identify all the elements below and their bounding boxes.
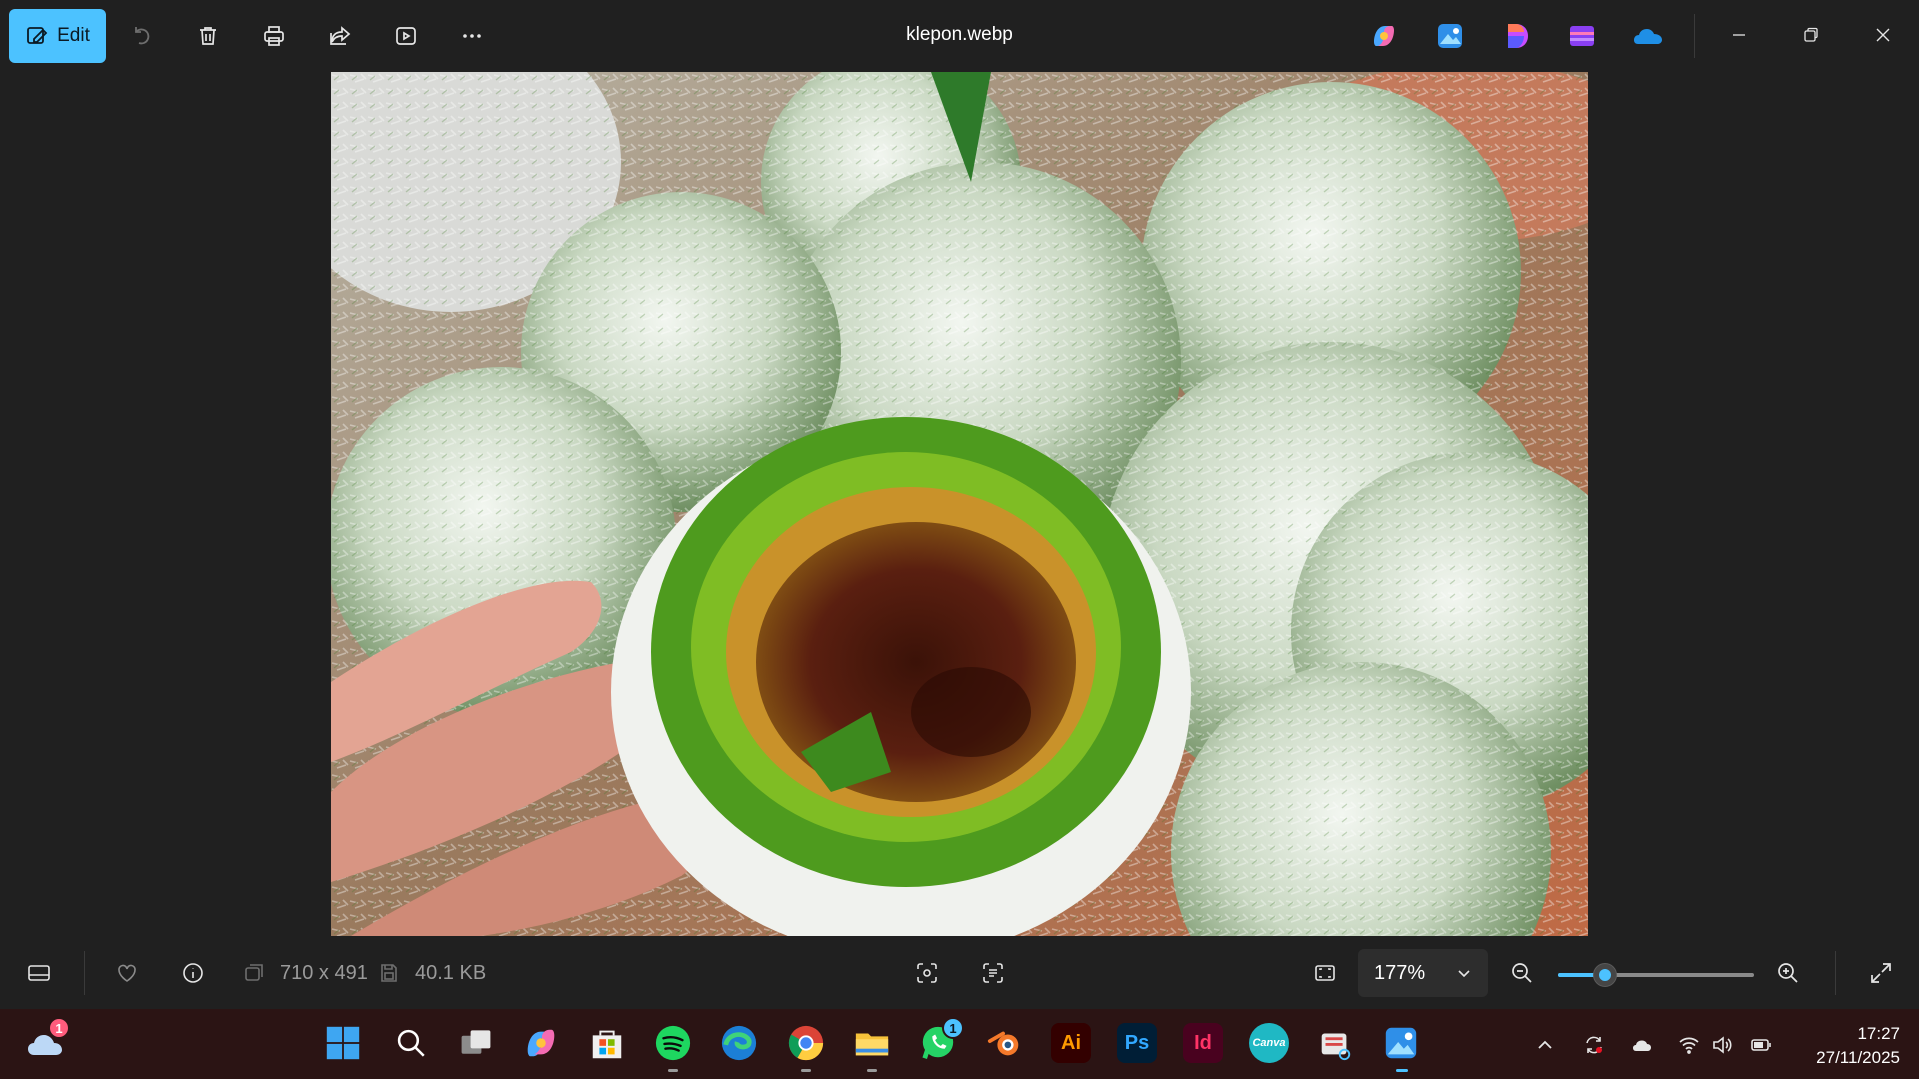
file-size: 40.1 KB	[415, 962, 487, 984]
task-view-icon	[461, 1030, 491, 1054]
close-icon	[1876, 28, 1890, 42]
toolbar-divider	[1694, 14, 1695, 58]
zoom-level: 177%	[1374, 961, 1426, 984]
clock-date: 27/11/2025	[1816, 1048, 1900, 1067]
onedrive-tray-icon[interactable]	[1630, 1033, 1654, 1057]
restore-button[interactable]	[1786, 12, 1836, 58]
visual-search-icon	[917, 963, 937, 983]
image-dimensions: 710 x 491	[280, 962, 368, 984]
info-divider-right	[1835, 951, 1836, 995]
klepon-photo	[331, 72, 1588, 936]
file-info-button[interactable]	[179, 959, 207, 987]
delete-icon	[200, 27, 216, 45]
delete-button[interactable]	[182, 9, 234, 63]
file-explorer-icon[interactable]	[852, 1023, 892, 1063]
show-hidden-icons-button[interactable]	[1533, 1033, 1557, 1057]
copilot-icon[interactable]	[1368, 20, 1400, 52]
share-icon	[330, 26, 351, 45]
text-scan-icon	[983, 963, 1003, 983]
edit-button[interactable]: Edit	[9, 9, 106, 63]
minimize-button[interactable]	[1714, 12, 1764, 58]
designer-icon[interactable]	[1500, 20, 1532, 52]
volume-icon[interactable]	[1710, 1033, 1734, 1057]
task-view-button[interactable]	[456, 1023, 496, 1063]
windows-icon	[326, 1026, 360, 1060]
clock-time: 17:27	[1857, 1024, 1900, 1043]
illustrator-icon[interactable]: Ai	[1051, 1023, 1091, 1063]
photoshop-icon[interactable]: Ps	[1117, 1023, 1157, 1063]
zoom-slider-thumb[interactable]	[1593, 963, 1618, 987]
whatsapp-badge: 1	[942, 1017, 964, 1039]
info-bar: 710 x 491 40.1 KB 177%	[0, 937, 1919, 1009]
filmstrip-icon	[28, 965, 50, 981]
weather-badge: 1	[48, 1017, 70, 1039]
close-button[interactable]	[1858, 12, 1908, 58]
dimensions-icon	[240, 959, 268, 987]
photos-active-indicator	[1396, 1069, 1408, 1072]
clipchamp-icon[interactable]	[1566, 20, 1598, 52]
rotate-icon	[135, 27, 150, 45]
expand-icon	[1871, 963, 1891, 983]
info-divider	[84, 951, 85, 995]
explorer-running-indicator	[867, 1069, 877, 1072]
photo-viewer-image[interactable]	[331, 72, 1588, 936]
share-button[interactable]	[314, 9, 366, 63]
start-button[interactable]	[323, 1023, 363, 1063]
slideshow-button[interactable]	[380, 9, 432, 63]
info-icon	[183, 963, 203, 983]
wifi-icon[interactable]	[1677, 1033, 1701, 1057]
chevron-down-icon	[1458, 970, 1470, 978]
blender-icon[interactable]	[985, 1023, 1025, 1063]
spotify-running-indicator	[668, 1069, 678, 1072]
rotate-button[interactable]	[116, 9, 168, 63]
heart-icon	[118, 964, 136, 982]
zoom-in-button[interactable]	[1774, 959, 1802, 987]
command-bar: Edit klepon.webp	[0, 0, 1919, 72]
spotify-icon[interactable]	[653, 1023, 693, 1063]
zoom-slider-track[interactable]	[1558, 973, 1754, 977]
fit-to-window-button[interactable]	[1311, 959, 1339, 987]
visual-search-button[interactable]	[913, 959, 941, 987]
slideshow-icon	[396, 27, 416, 45]
more-options-button[interactable]	[446, 9, 498, 63]
taskbar: 1 1 Ai Ps Id Canva 17:27 27/11/2025	[0, 1009, 1919, 1079]
microsoft-store-icon[interactable]	[587, 1023, 627, 1063]
text-scan-button[interactable]	[979, 959, 1007, 987]
photos-app-icon[interactable]	[1434, 20, 1466, 52]
canva-icon[interactable]: Canva	[1249, 1023, 1289, 1063]
sync-icon[interactable]	[1582, 1033, 1606, 1057]
more-icon	[463, 34, 481, 38]
print-button[interactable]	[248, 9, 300, 63]
zoom-out-button[interactable]	[1508, 959, 1536, 987]
zoom-in-icon	[1778, 963, 1798, 983]
edge-icon[interactable]	[719, 1023, 759, 1063]
zoom-out-icon	[1512, 963, 1532, 983]
edit-label: Edit	[57, 25, 90, 46]
battery-icon[interactable]	[1749, 1033, 1773, 1057]
filmstrip-button[interactable]	[25, 959, 53, 987]
photos-taskbar-icon[interactable]	[1381, 1023, 1421, 1063]
print-icon	[264, 26, 284, 46]
clock[interactable]: 17:27 27/11/2025	[1780, 1022, 1900, 1070]
chrome-running-indicator	[801, 1069, 811, 1072]
fullscreen-button[interactable]	[1867, 959, 1895, 987]
indesign-icon[interactable]: Id	[1183, 1023, 1223, 1063]
edit-image-icon	[27, 27, 48, 44]
favorite-button[interactable]	[113, 959, 141, 987]
chrome-icon[interactable]	[786, 1023, 826, 1063]
restore-icon	[1804, 27, 1818, 42]
zoom-level-dropdown[interactable]: 177%	[1358, 949, 1488, 997]
chevron-up-icon	[1538, 1040, 1552, 1049]
onedrive-icon[interactable]	[1632, 20, 1664, 52]
minimize-icon	[1733, 34, 1745, 36]
snipping-tool-icon[interactable]	[1315, 1023, 1355, 1063]
search-icon	[397, 1029, 425, 1057]
search-button[interactable]	[391, 1023, 431, 1063]
file-size-icon	[375, 959, 403, 987]
fit-window-icon	[1315, 965, 1335, 981]
copilot-taskbar-icon[interactable]	[521, 1023, 561, 1063]
